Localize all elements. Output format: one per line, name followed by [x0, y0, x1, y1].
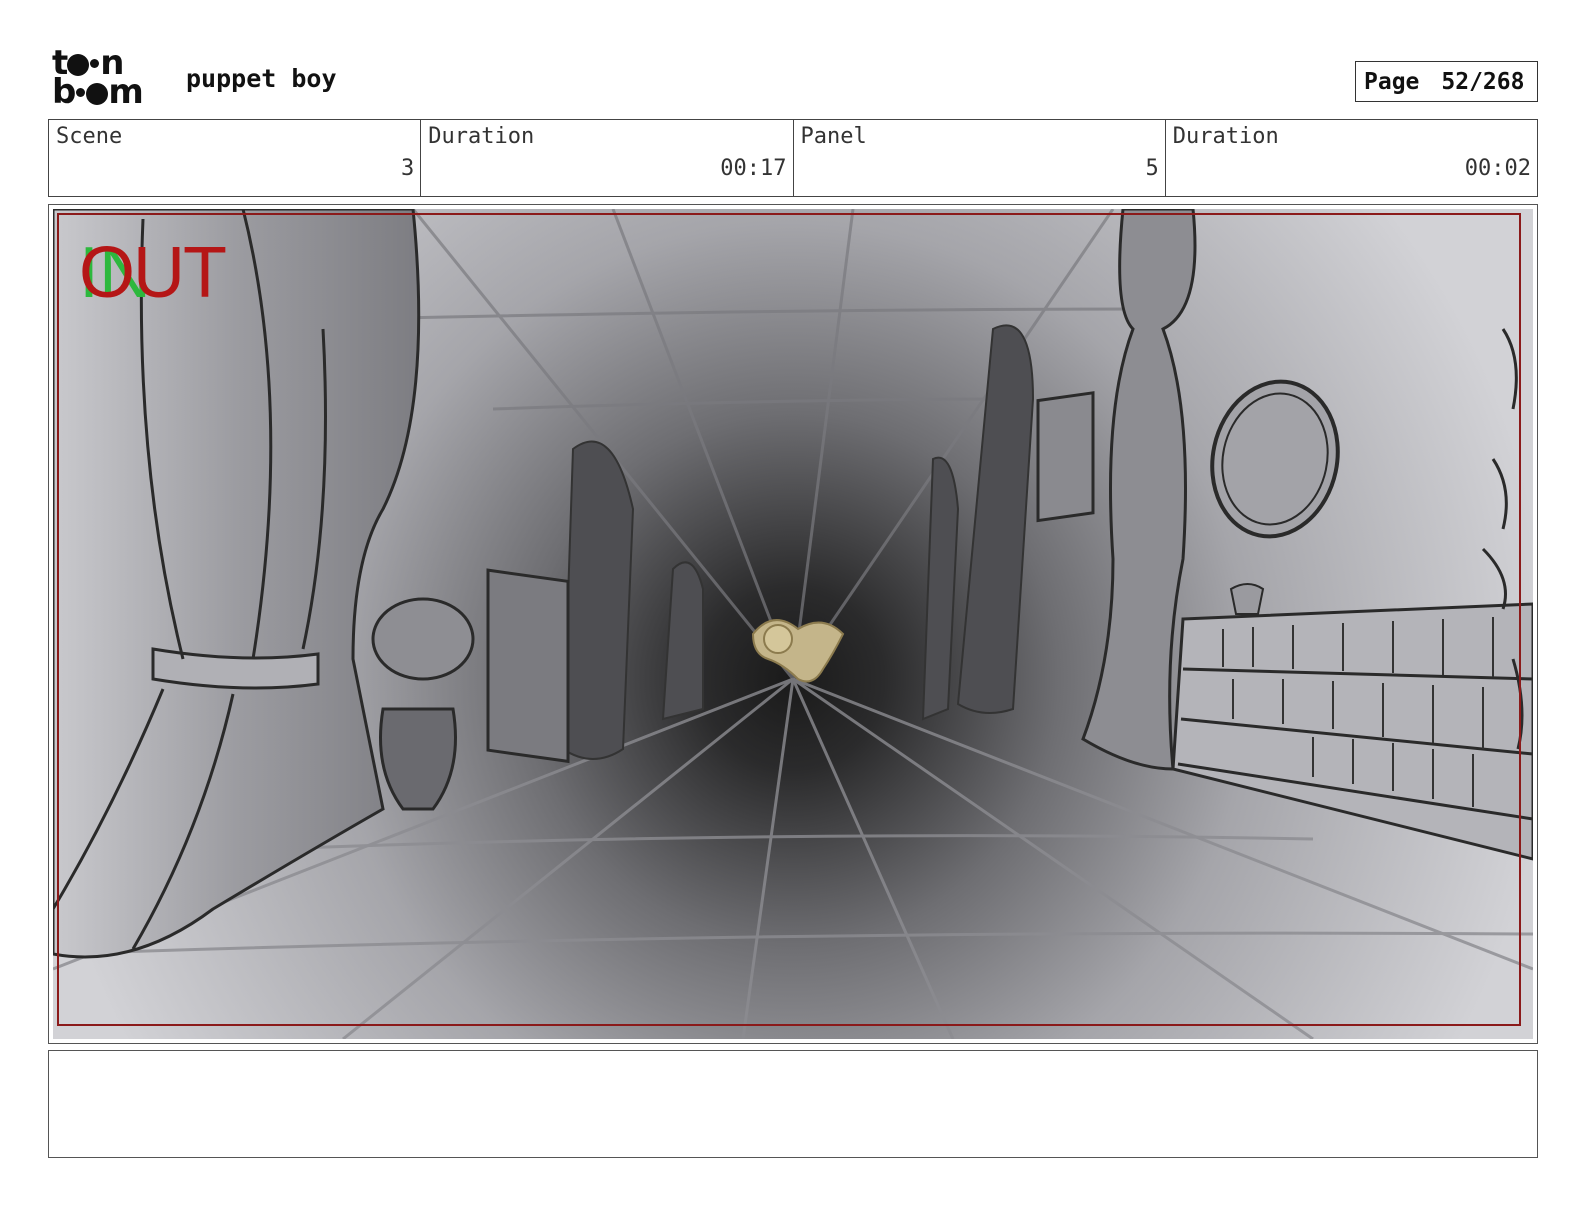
- panel-label: Panel: [800, 124, 867, 149]
- scene-duration-label: Duration: [428, 124, 535, 149]
- page-number: 52/268: [1441, 68, 1525, 95]
- panel-notes-box: [48, 1050, 1538, 1158]
- scene-label: Scene: [56, 124, 123, 149]
- panel-drawing: IN OUT: [53, 209, 1533, 1039]
- scene-duration-cell: Duration 00:17: [421, 120, 794, 196]
- page-indicator: Page 52/268: [1355, 61, 1538, 102]
- panel-duration-cell: Duration 00:02: [1166, 120, 1537, 196]
- hallway-sketch: [53, 209, 1533, 1039]
- panel-cell: Panel 5: [794, 120, 1166, 196]
- panel-value: 5: [1145, 156, 1159, 181]
- toonboom-logo: tn bm: [52, 43, 144, 112]
- panel-duration-label: Duration: [1172, 124, 1279, 149]
- storyboard-panel: IN OUT: [48, 204, 1538, 1044]
- page-label: Page: [1364, 68, 1420, 95]
- scene-cell: Scene 3: [49, 120, 422, 196]
- panel-info-row: Scene 3 Duration 00:17 Panel 5 Duration …: [48, 119, 1538, 197]
- scene-duration-value: 00:17: [720, 156, 787, 181]
- panel-duration-value: 00:02: [1464, 156, 1531, 181]
- out-marker: OUT: [79, 233, 227, 313]
- scene-value: 3: [401, 156, 415, 181]
- project-title: puppet boy: [186, 64, 337, 93]
